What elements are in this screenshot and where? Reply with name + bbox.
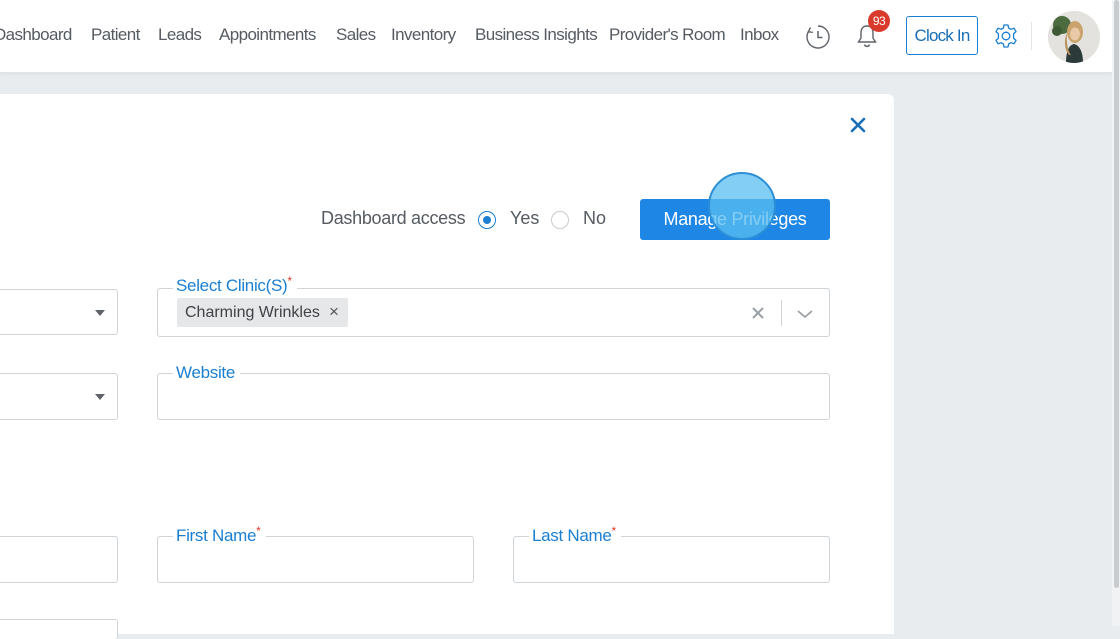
dashboard-access-label: Dashboard access: [321, 208, 466, 228]
nav-item-inventory[interactable]: Inventory: [391, 25, 456, 45]
nav-item-patient[interactable]: Patient: [91, 25, 140, 45]
close-icon[interactable]: [848, 115, 868, 135]
dashboard-access-yes-radio[interactable]: [478, 211, 496, 229]
last-name-field-label: Last Name*: [529, 524, 621, 546]
nav-item-providers-room[interactable]: Provider's Room: [609, 25, 726, 45]
top-nav-bar: Dashboard Patient Leads Appointments Sal…: [0, 0, 1112, 73]
required-asterisk: *: [256, 524, 261, 538]
nav-item-business-insights[interactable]: Business Insights: [475, 25, 598, 45]
dashboard-access-yes-label[interactable]: Yes: [510, 208, 539, 229]
left-dropdown-2[interactable]: [0, 373, 118, 420]
chevron-down-icon[interactable]: [796, 307, 814, 325]
clinic-label-text: Select Clinic(S): [176, 276, 288, 295]
last-name-label-text: Last Name: [532, 526, 612, 545]
manage-privileges-button[interactable]: Manage Privileges: [640, 199, 830, 240]
nav-item-sales[interactable]: Sales: [336, 25, 376, 45]
left-field-partial[interactable]: [0, 619, 118, 639]
first-name-label-text: First Name: [176, 526, 257, 545]
nav-item-inbox[interactable]: Inbox: [740, 25, 779, 45]
remove-chip-icon[interactable]: ×: [329, 303, 343, 321]
notification-count-badge: 93: [868, 10, 890, 32]
chevron-down-icon: [95, 394, 105, 400]
left-text-input[interactable]: [0, 536, 118, 583]
dashboard-access-no-radio[interactable]: [551, 211, 569, 229]
page-scrollbar-thumb[interactable]: [1114, 0, 1119, 588]
select-divider: [781, 300, 782, 326]
dashboard-access-no-label[interactable]: No: [583, 208, 606, 229]
clear-selection-icon[interactable]: [750, 305, 766, 326]
gear-icon[interactable]: [993, 23, 1019, 54]
website-input[interactable]: [157, 373, 830, 420]
user-avatar[interactable]: [1048, 11, 1100, 63]
chevron-down-icon: [95, 310, 105, 316]
nav-item-appointments[interactable]: Appointments: [219, 25, 316, 45]
nav-item-leads[interactable]: Leads: [158, 25, 202, 45]
nav-divider: [1031, 22, 1032, 50]
website-field-label: Website: [173, 363, 241, 383]
nav-item-dashboard[interactable]: Dashboard: [0, 25, 72, 45]
clock-in-button[interactable]: Clock In: [906, 16, 978, 55]
left-dropdown-1[interactable]: [0, 289, 118, 335]
clinic-field-label: Select Clinic(S)*: [173, 274, 297, 296]
required-asterisk: *: [287, 274, 292, 288]
first-name-field-label: First Name*: [173, 524, 266, 546]
required-asterisk: *: [611, 524, 617, 538]
selected-clinic-chip: Charming Wrinkles: [177, 298, 348, 327]
clock-history-icon[interactable]: [805, 24, 831, 55]
selected-clinic-label: Charming Wrinkles: [185, 304, 320, 321]
